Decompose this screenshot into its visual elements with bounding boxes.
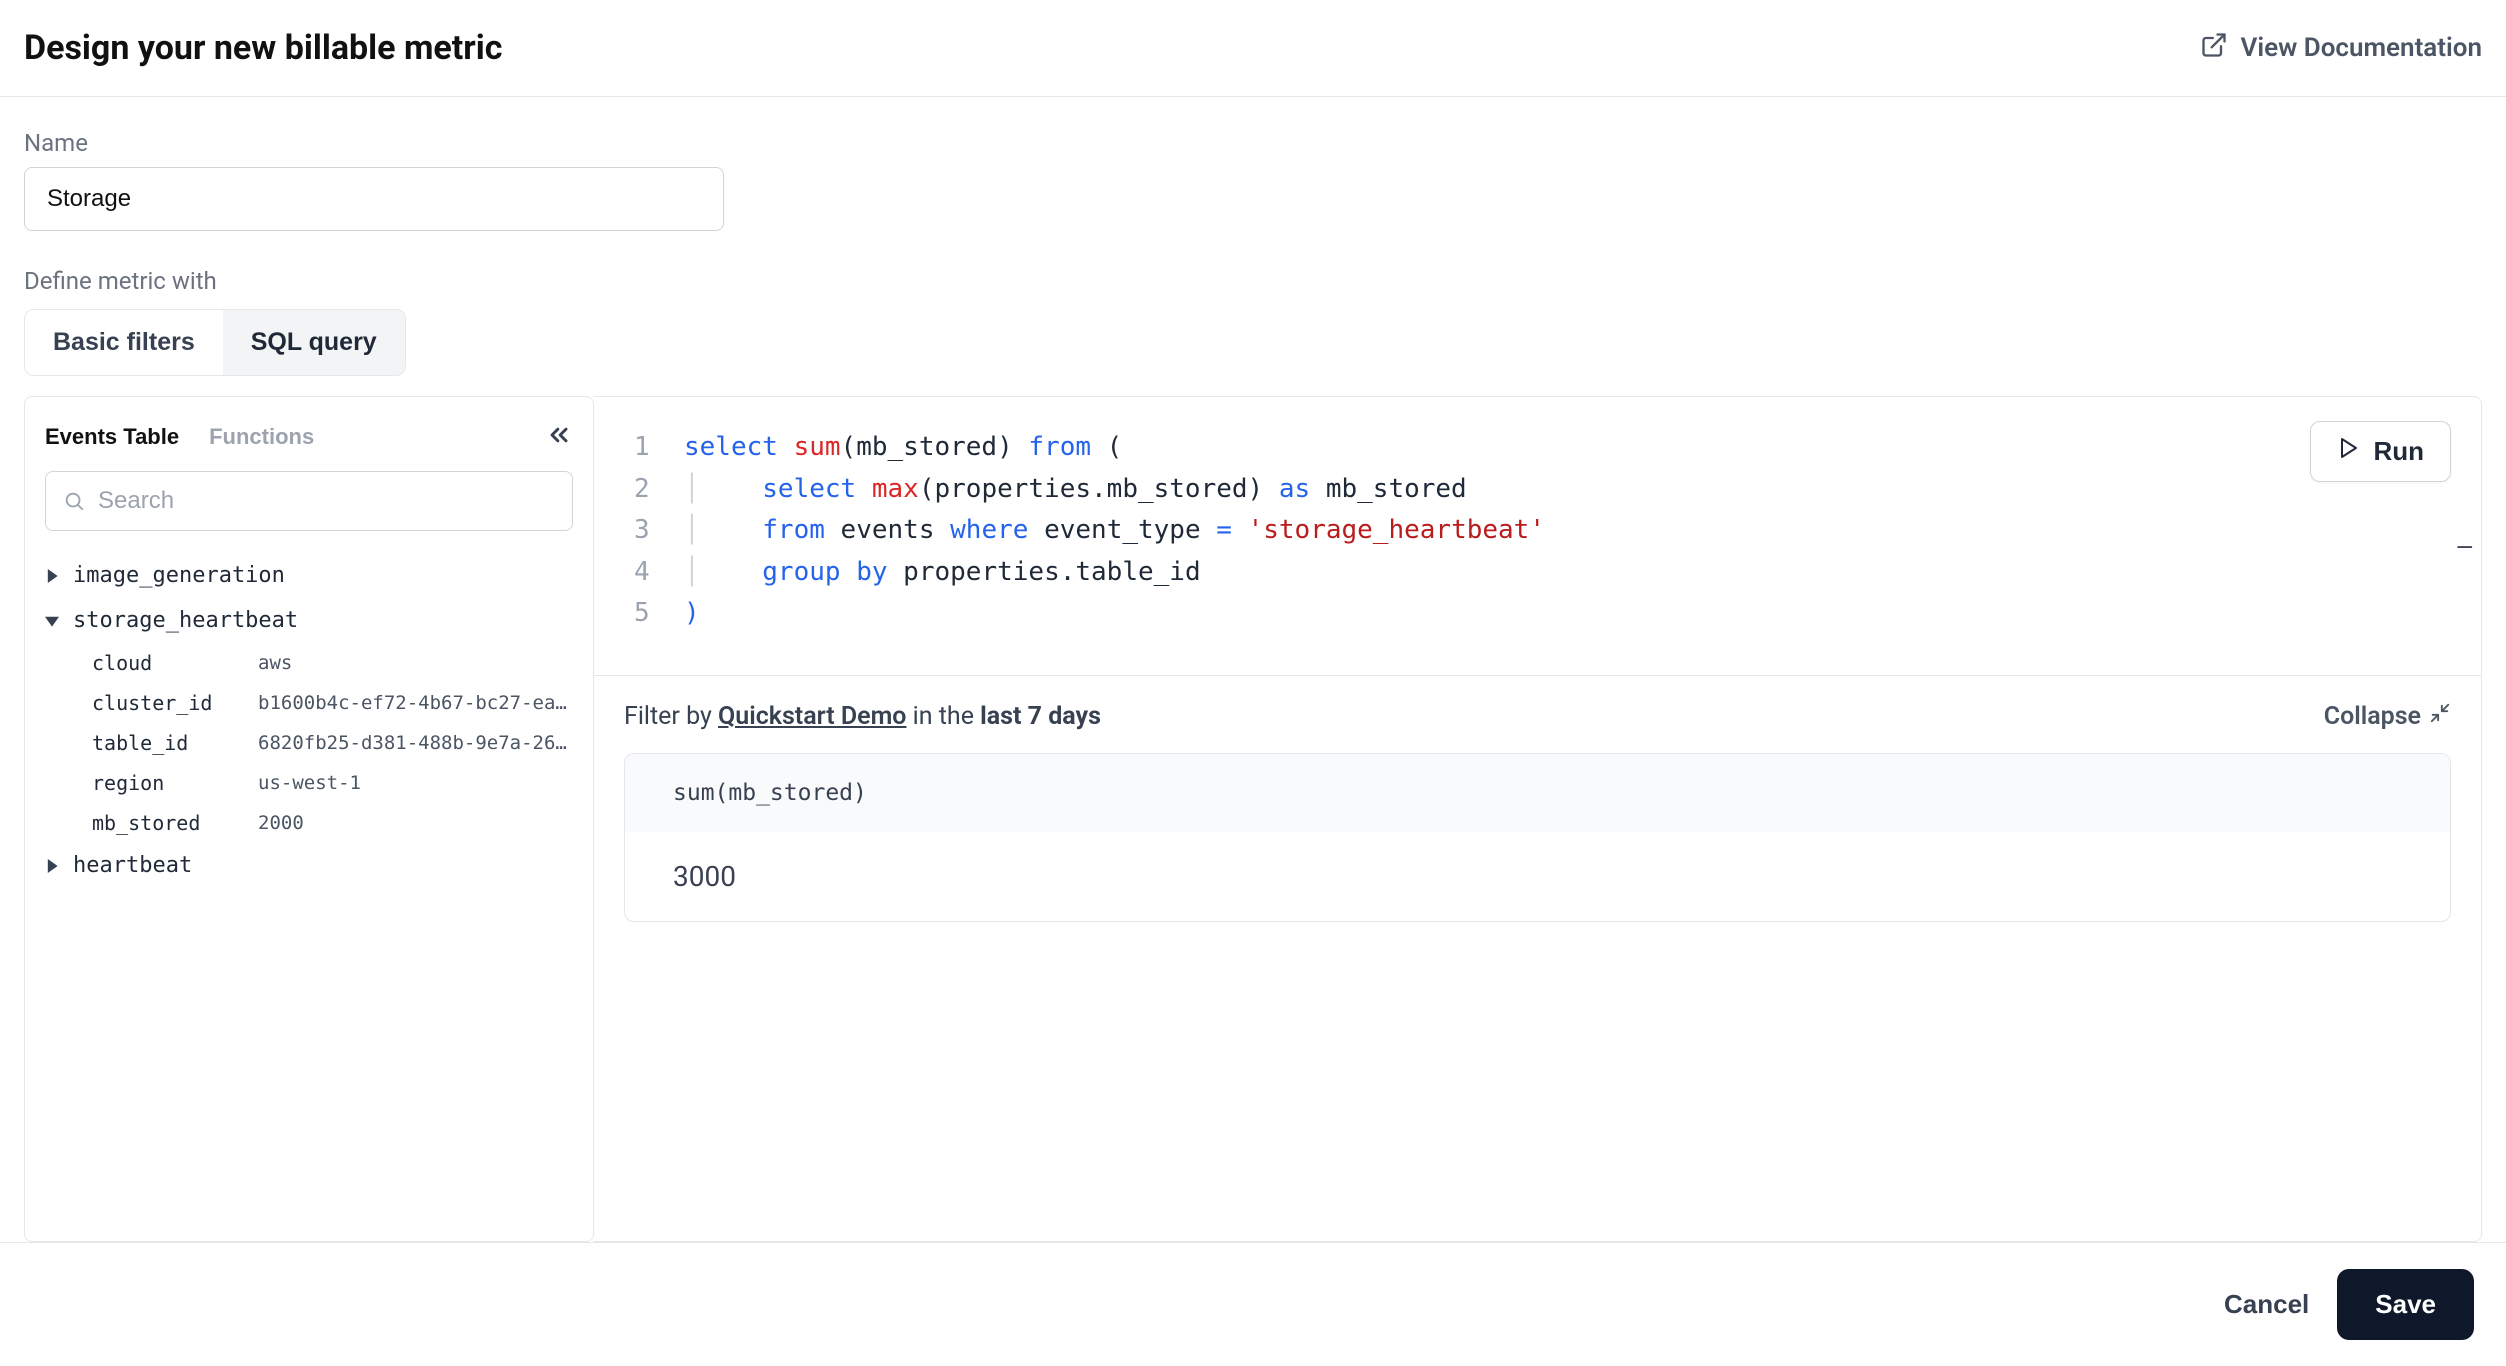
sidebar-tab-events[interactable]: Events Table [45, 424, 179, 450]
page-footer: Cancel Save [0, 1242, 2506, 1366]
property-key: region [92, 771, 242, 795]
search-wrap [45, 471, 573, 531]
property-row[interactable]: cluster_id b1600b4c-ef72-4b67-bc27-eac... [72, 683, 573, 723]
line-number: 2 [634, 469, 684, 511]
line-number: 1 [634, 427, 684, 469]
fold-minus-icon[interactable]: − [2454, 527, 2475, 569]
filter-range: last 7 days [980, 702, 1101, 731]
property-value: 2000 [258, 812, 304, 834]
editor-row: Events Table Functions im [0, 396, 2506, 1242]
code-text: ) [684, 593, 700, 635]
collapse-icon [2429, 702, 2451, 731]
page-header: Design your new billable metric View Doc… [0, 0, 2506, 97]
cancel-button[interactable]: Cancel [2224, 1289, 2309, 1320]
property-row[interactable]: mb_stored 2000 [72, 803, 573, 843]
property-row[interactable]: region us-west-1 [72, 763, 573, 803]
doc-link-label: View Documentation [2240, 33, 2482, 63]
caret-right-icon [45, 569, 59, 583]
search-input[interactable] [45, 471, 573, 531]
define-tab-group: Basic filters SQL query [24, 309, 406, 376]
run-label: Run [2373, 436, 2424, 467]
name-input[interactable] [24, 167, 724, 231]
caret-right-icon [45, 859, 59, 873]
code-line: 1select sum(mb_stored) from ( [634, 427, 2441, 469]
property-value: b1600b4c-ef72-4b67-bc27-eac... [258, 692, 573, 714]
results-column-header: sum(mb_stored) [625, 754, 2450, 832]
results-table: sum(mb_stored) 3000 [624, 753, 2451, 922]
tab-sql-query[interactable]: SQL query [223, 310, 405, 375]
external-link-icon [2200, 31, 2228, 66]
collapse-sidebar-icon[interactable] [545, 421, 573, 453]
property-value: us-west-1 [258, 772, 361, 794]
line-number: 4 [634, 552, 684, 594]
property-value: 6820fb25-d381-488b-9e7a-261... [258, 732, 573, 754]
property-key: mb_stored [92, 811, 242, 835]
schema-sidebar: Events Table Functions im [24, 396, 594, 1242]
code-line: 5) [634, 593, 2441, 635]
results-value: 3000 [625, 832, 2450, 921]
define-with-label: Define metric with [24, 267, 2482, 295]
property-row[interactable]: table_id 6820fb25-d381-488b-9e7a-261... [72, 723, 573, 763]
property-row[interactable]: cloud aws [72, 643, 573, 683]
filter-description: Filter by Quickstart Demo in the last 7 … [624, 702, 1101, 731]
tree-item-label: heartbeat [73, 853, 192, 878]
code-text: │ group by properties.table_id [684, 552, 1201, 594]
tree-item-label: storage_heartbeat [73, 608, 298, 633]
sql-editor[interactable]: 1select sum(mb_stored) from (2│ select m… [634, 427, 2441, 635]
results-area: Filter by Quickstart Demo in the last 7 … [594, 675, 2481, 952]
code-text: │ select max(properties.mb_stored) as mb… [684, 469, 1467, 511]
caret-down-icon [45, 614, 59, 628]
line-number: 3 [634, 510, 684, 552]
code-line: 4│ group by properties.table_id [634, 552, 2441, 594]
property-value: aws [258, 652, 292, 674]
tab-basic-filters[interactable]: Basic filters [25, 310, 223, 375]
code-pane: Run − 1select sum(mb_stored) from (2│ se… [594, 396, 2482, 1242]
page-title: Design your new billable metric [24, 28, 502, 68]
tree-item[interactable]: image_generation [45, 553, 573, 598]
property-key: cloud [92, 651, 242, 675]
name-label: Name [24, 129, 2482, 157]
property-key: table_id [92, 731, 242, 755]
property-key: cluster_id [92, 691, 242, 715]
code-line: 2│ select max(properties.mb_stored) as m… [634, 469, 2441, 511]
code-text: │ from events where event_type = 'storag… [684, 510, 1545, 552]
tree-item-label: image_generation [73, 563, 285, 588]
sidebar-tab-functions[interactable]: Functions [209, 424, 314, 450]
view-documentation-link[interactable]: View Documentation [2200, 31, 2482, 66]
filter-target-link[interactable]: Quickstart Demo [718, 702, 906, 731]
collapse-results-button[interactable]: Collapse [2324, 702, 2451, 731]
tree-item[interactable]: heartbeat [45, 843, 573, 888]
form-area: Name Define metric with Basic filters SQ… [0, 97, 2506, 396]
play-icon [2337, 436, 2361, 467]
run-button[interactable]: Run [2310, 421, 2451, 482]
events-tree: image_generation storage_heartbeatcloudaw… [45, 553, 573, 888]
code-line: 3│ from events where event_type = 'stora… [634, 510, 2441, 552]
save-button[interactable]: Save [2337, 1269, 2474, 1340]
tree-item[interactable]: storage_heartbeat [45, 598, 573, 643]
code-text: select sum(mb_stored) from ( [684, 427, 1122, 469]
line-number: 5 [634, 593, 684, 635]
